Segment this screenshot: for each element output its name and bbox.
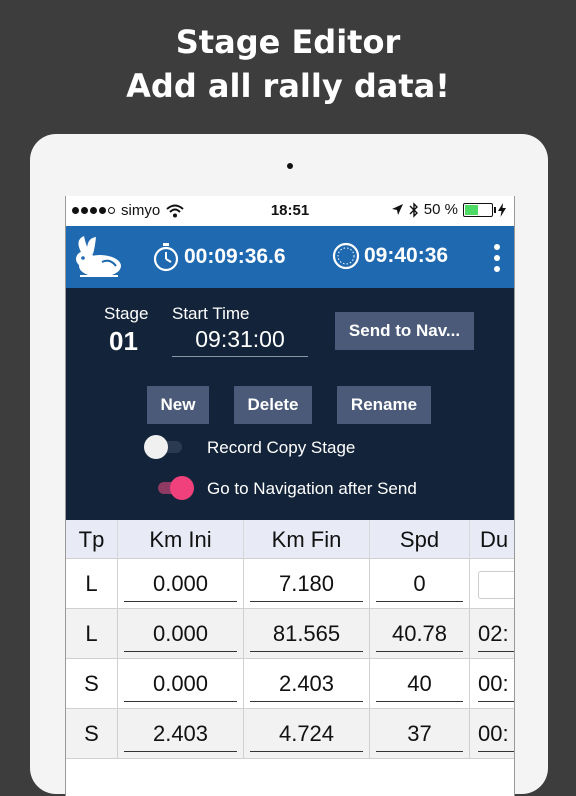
- cell-spd[interactable]: 40.78: [370, 609, 470, 659]
- cell-spd[interactable]: 37: [370, 709, 470, 759]
- charging-bolt-icon: [498, 202, 506, 217]
- record-copy-label: Record Copy Stage: [207, 438, 356, 457]
- table-row: L 0.000 7.180 0: [66, 558, 514, 609]
- promo-subtitle: Add all rally data!: [126, 67, 450, 105]
- cell-km-ini[interactable]: 0.000: [118, 559, 244, 609]
- cell-km-ini[interactable]: 0.000: [118, 659, 244, 709]
- table-row: L 0.000 81.565 40.78 02:: [66, 608, 514, 659]
- cell-km-fin[interactable]: 4.724: [244, 709, 370, 759]
- app-bar: 00:09:36.6 09:40:36: [66, 226, 514, 288]
- stage-table: Tp Km Ini Km Fin Spd Du L 0.000 7.180 0 …: [66, 520, 514, 796]
- goto-nav-toggle[interactable]: [154, 476, 194, 500]
- table-row: [66, 758, 514, 796]
- rename-button[interactable]: Rename: [337, 386, 431, 424]
- stage-label: Stage: [104, 304, 149, 323]
- elapsed-timer: 00:09:36.6: [152, 242, 286, 272]
- column-header-tp[interactable]: Tp: [66, 520, 118, 558]
- column-header-km-ini[interactable]: Km Ini: [118, 520, 244, 558]
- start-time-label: Start Time: [172, 304, 250, 323]
- cell-km-fin[interactable]: 81.565: [244, 609, 370, 659]
- clock-icon: [332, 242, 360, 270]
- record-copy-toggle[interactable]: [144, 435, 184, 459]
- new-button[interactable]: New: [147, 386, 209, 424]
- cell-tp[interactable]: S: [66, 709, 118, 759]
- delete-button[interactable]: Delete: [234, 386, 312, 424]
- cell-du[interactable]: 00:: [470, 709, 514, 759]
- stage-panel: Stage 01 Start Time 09:31:00 Send to Nav…: [66, 288, 514, 520]
- bluetooth-icon: [409, 201, 418, 218]
- tablet-frame: simyo 18:51 50 % 00:09:36.6 09:40:36 Sta…: [30, 134, 548, 796]
- stopwatch-icon: [153, 243, 179, 272]
- send-to-nav-button[interactable]: Send to Nav...: [335, 312, 474, 350]
- cell-km-ini[interactable]: 2.403: [118, 709, 244, 759]
- rabbit-logo-icon[interactable]: [72, 232, 124, 282]
- overflow-menu-icon[interactable]: [492, 244, 502, 272]
- cell-du[interactable]: 00:: [470, 659, 514, 709]
- cell-km-fin[interactable]: 7.180: [244, 559, 370, 609]
- start-time-field[interactable]: 09:31:00: [172, 326, 308, 357]
- stage-number: 01: [109, 326, 138, 356]
- clock-value: 09:40:36: [364, 244, 449, 267]
- location-arrow-icon: [391, 204, 403, 215]
- column-header-spd[interactable]: Spd: [370, 520, 470, 558]
- elapsed-timer-value: 00:09:36.6: [184, 245, 286, 268]
- clock: 09:40:36: [332, 242, 448, 270]
- battery-percent: 50 %: [423, 201, 458, 218]
- cell-spd[interactable]: 40: [370, 659, 470, 709]
- cell-du[interactable]: [470, 559, 514, 609]
- cell-tp[interactable]: L: [66, 609, 118, 659]
- app-screen: simyo 18:51 50 % 00:09:36.6 09:40:36 Sta…: [65, 196, 515, 796]
- cell-tp[interactable]: S: [66, 659, 118, 709]
- cell-du[interactable]: 02:: [470, 609, 514, 659]
- column-header-km-fin[interactable]: Km Fin: [244, 520, 370, 558]
- cell-tp[interactable]: L: [66, 559, 118, 609]
- status-bar: simyo 18:51 50 %: [66, 196, 514, 226]
- cell-km-fin[interactable]: 2.403: [244, 659, 370, 709]
- table-row: S 2.403 4.724 37 00:: [66, 708, 514, 759]
- column-header-du[interactable]: Du: [470, 520, 514, 558]
- promo-title: Stage Editor: [175, 23, 401, 61]
- goto-nav-label: Go to Navigation after Send: [207, 479, 417, 498]
- cell-km-ini[interactable]: 0.000: [118, 609, 244, 659]
- camera-dot: [287, 163, 293, 169]
- cell-spd[interactable]: 0: [370, 559, 470, 609]
- table-row: S 0.000 2.403 40 00:: [66, 658, 514, 709]
- battery-icon: [463, 202, 496, 217]
